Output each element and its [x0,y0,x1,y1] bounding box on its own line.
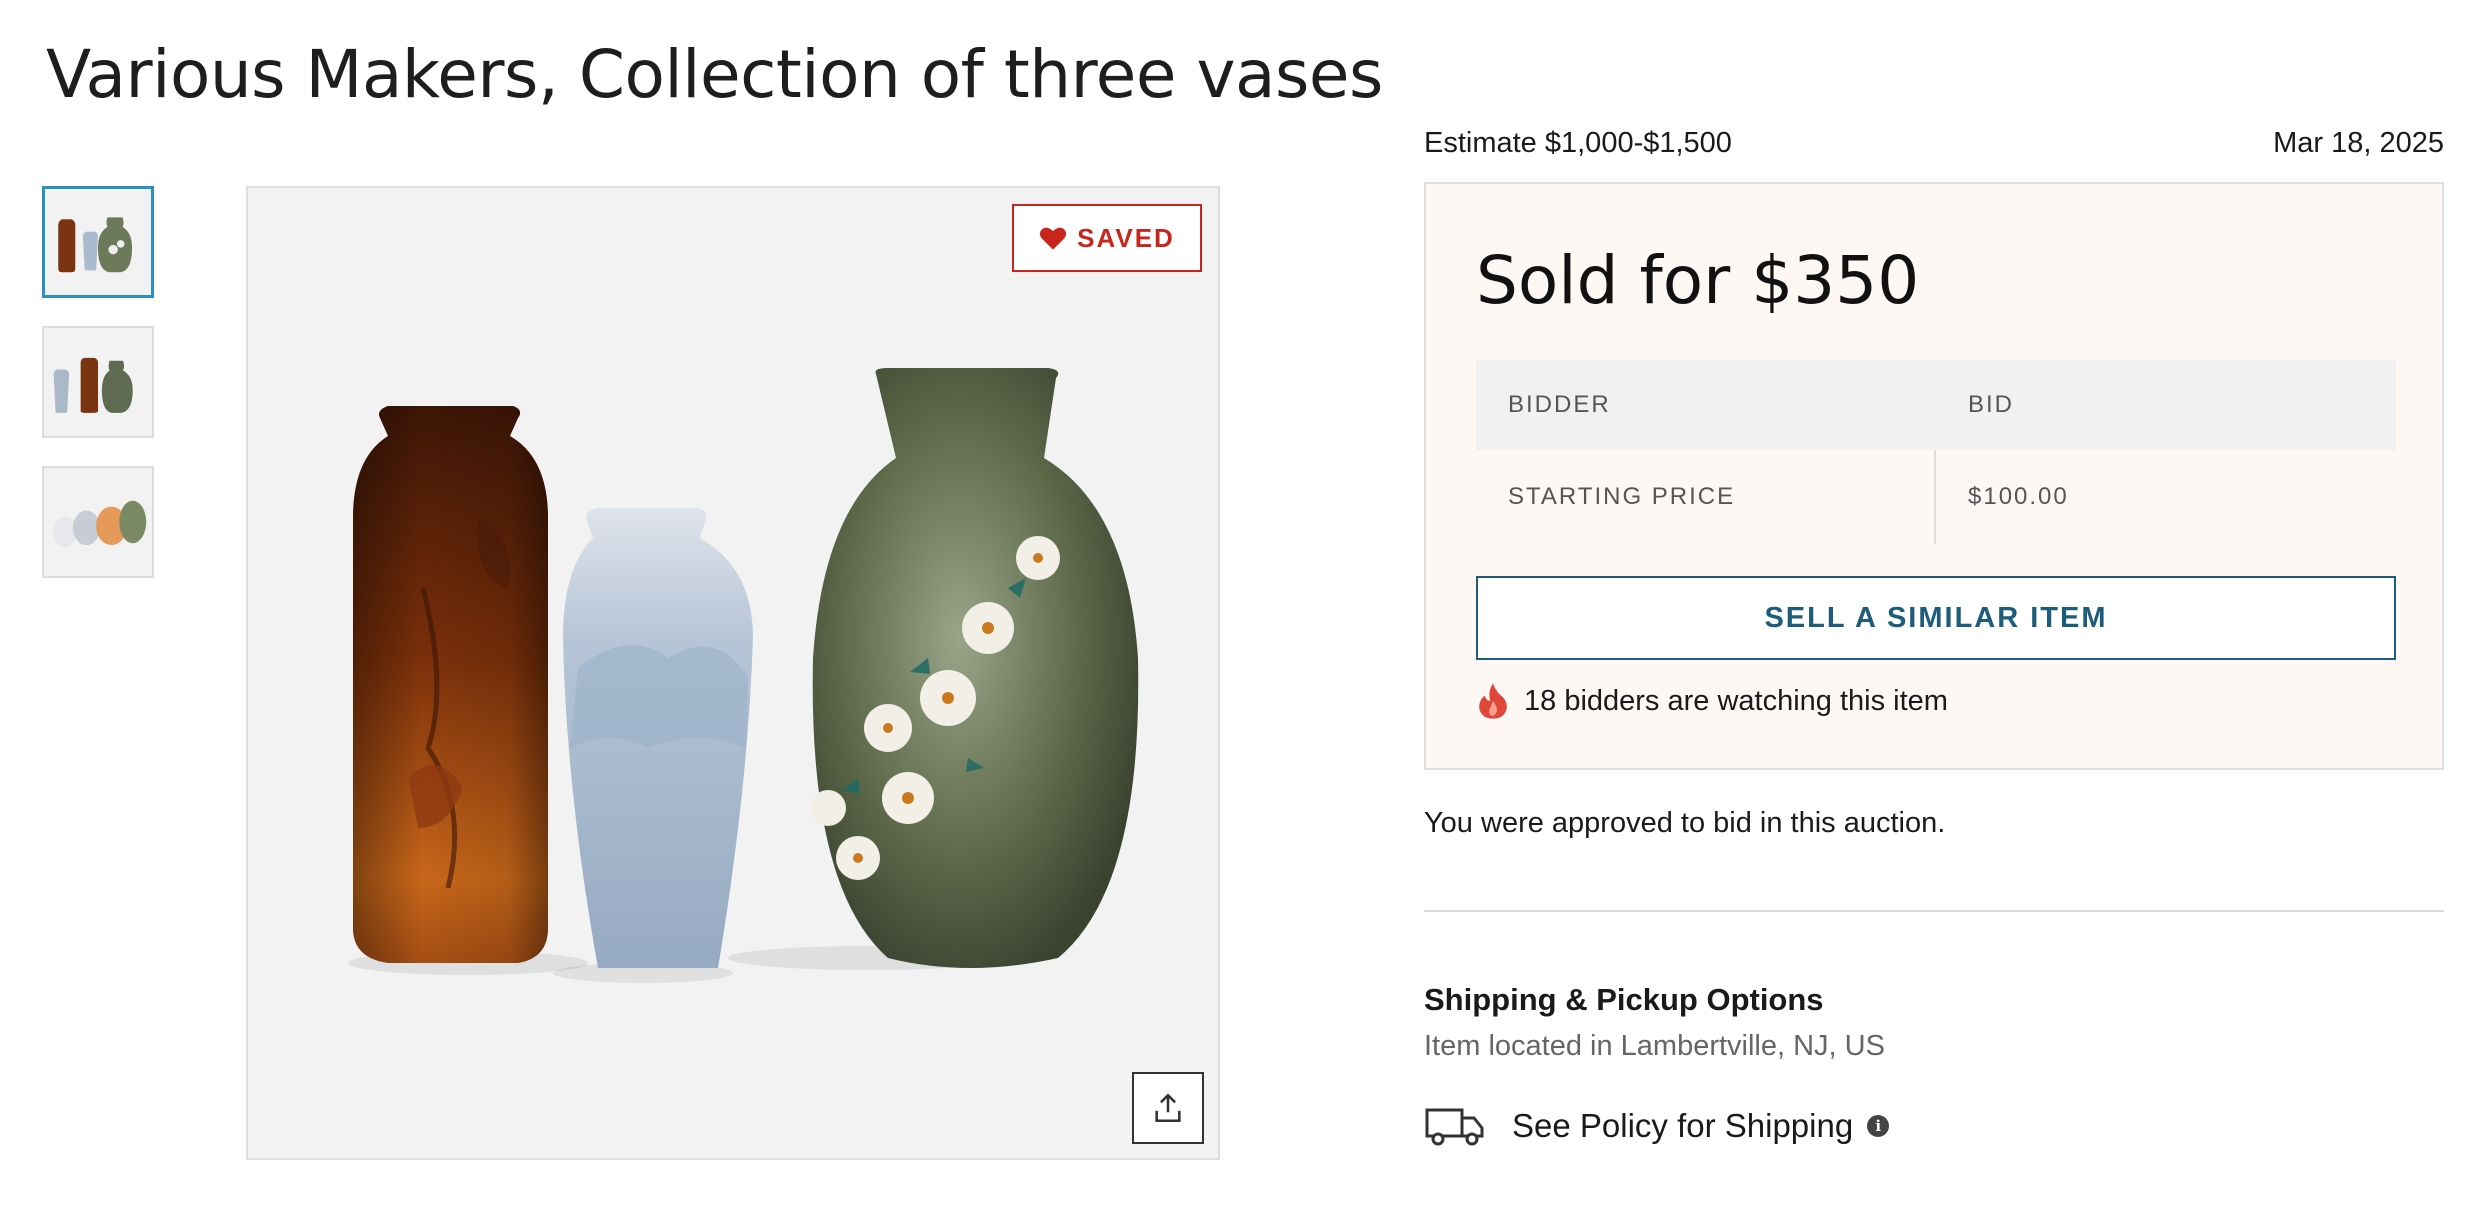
thumbnail-3[interactable] [42,466,154,578]
saved-button[interactable]: SAVED [1012,204,1202,272]
shipping-title: Shipping & Pickup Options [1424,982,1824,1017]
shipping-policy-label: See Policy for Shipping [1512,1107,1854,1144]
vases-photo [248,188,1218,1158]
flame-icon [1479,683,1507,719]
page-title: Various Makers, Collection of three vase… [46,36,1383,113]
table-row: STARTING PRICE $100.00 [1476,450,2396,544]
row-bidder: STARTING PRICE [1476,450,1936,544]
item-location: Item located in Lambertville, NJ, US [1424,1030,1885,1062]
sell-similar-item-button[interactable]: SELL A SIMILAR ITEM [1476,576,2396,660]
approval-status: You were approved to bid in this auction… [1424,807,1946,839]
heart-icon [1040,227,1067,250]
vase-thumbnail-3-icon [44,468,152,576]
vase-thumbnail-2-icon [44,328,152,436]
shipping-policy-link[interactable]: See Policy for Shipping i [1424,1104,1890,1148]
header-bidder: BIDDER [1508,391,1611,418]
share-button[interactable] [1132,1072,1204,1144]
divider [1424,910,2444,912]
saved-label: SAVED [1077,222,1175,253]
row-bid: $100.00 [1968,483,2069,510]
bid-history-table: BIDDER BID STARTING PRICE $100.00 [1476,360,2396,544]
main-product-image[interactable]: SAVED [246,186,1220,1160]
vase-thumbnail-1-icon [45,189,151,295]
sold-price: Sold for $350 [1476,242,1920,319]
watchers-text: 18 bidders are watching this item [1524,684,1948,717]
auction-date: Mar 18, 2025 [2273,127,2444,159]
header-bid: BID [1968,391,2015,418]
info-icon[interactable]: i [1867,1115,1890,1137]
sold-panel: Sold for $350 BIDDER BID STARTING PRICE … [1424,182,2444,770]
truck-icon [1425,1108,1484,1146]
table-header: BIDDER BID [1476,360,2396,450]
thumbnail-2[interactable] [42,326,154,438]
estimate-text: Estimate $1,000-$1,500 [1424,127,1732,159]
watchers-notice: 18 bidders are watching this item [1476,682,1948,720]
thumbnail-1[interactable] [42,186,154,298]
share-icon [1155,1093,1181,1123]
